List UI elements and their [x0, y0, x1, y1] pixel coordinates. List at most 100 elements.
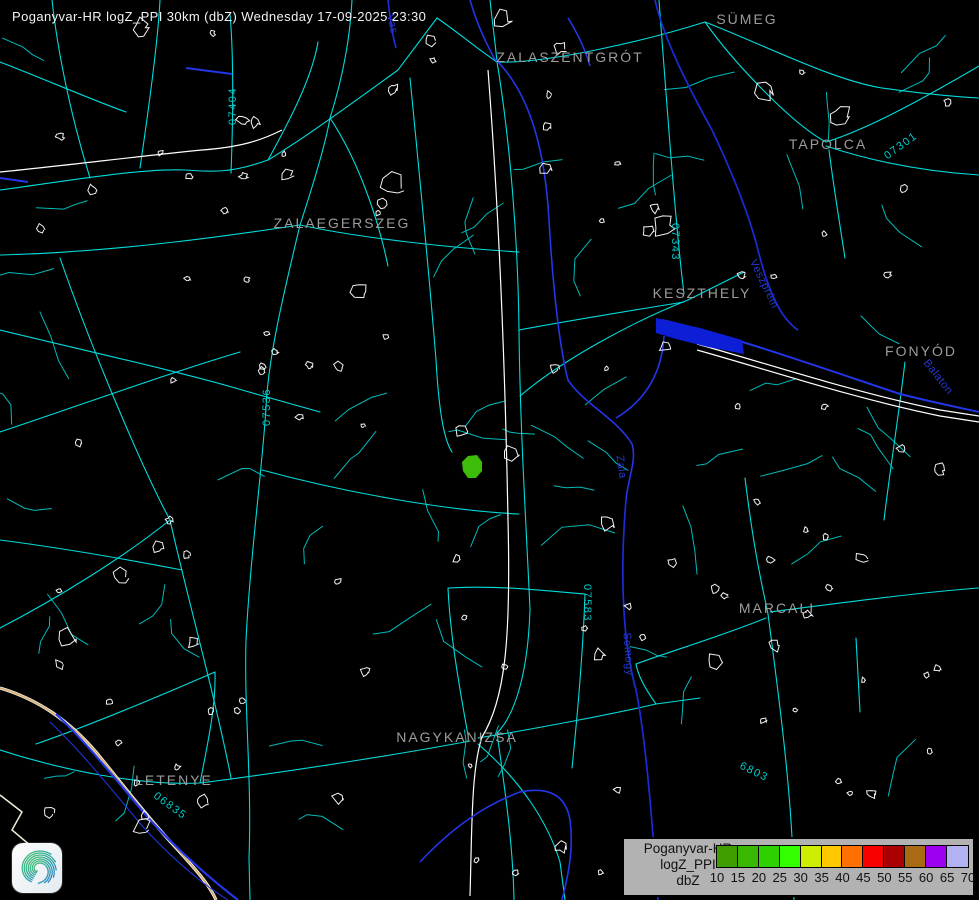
settlement-outline [862, 677, 866, 682]
minor-road [574, 239, 592, 296]
spiral-stroke [32, 861, 50, 883]
settlement-outline [430, 58, 436, 63]
settlement-outline [59, 627, 76, 646]
settlement-outline [426, 35, 436, 47]
minor-road [861, 316, 900, 344]
settlement-outline [184, 276, 191, 280]
minor-road [791, 536, 841, 564]
minor-road [373, 604, 432, 634]
minor-road [39, 616, 50, 653]
legend-tick-label: 10 [710, 870, 724, 885]
legend-tick-label: 15 [731, 870, 745, 885]
settlement-outline [239, 698, 246, 704]
roads-layer [0, 0, 979, 900]
minor-road [760, 455, 822, 476]
settlement-outline [186, 174, 193, 179]
settlement-outline [282, 169, 294, 180]
settlement-outline [251, 117, 260, 129]
legend-tick-label: 35 [814, 870, 828, 885]
minor-road [832, 457, 876, 492]
minor-road [299, 815, 344, 830]
minor-road [655, 154, 704, 161]
settlement-outline [830, 107, 849, 126]
radar-echo [462, 455, 482, 478]
settlement-outline [494, 9, 512, 26]
settlement-outline [867, 791, 876, 799]
settlement-outline [153, 541, 164, 553]
legend-tick-label: 40 [835, 870, 849, 885]
settlement-outline [643, 226, 654, 236]
legend-tick-label: 65 [940, 870, 954, 885]
minor-road [218, 469, 265, 481]
settlement-outline [133, 819, 150, 834]
settlement-outline [737, 272, 745, 279]
minor-road [463, 730, 467, 779]
settlement-outline [75, 439, 81, 447]
settlement-outline [735, 404, 740, 410]
settlement-outline [856, 554, 869, 563]
settlement-outline [388, 84, 397, 95]
settlement-outline [599, 219, 604, 223]
settlement-outline [360, 668, 369, 677]
minor-road [471, 515, 501, 548]
settlement-outline [361, 424, 366, 428]
settlement-outline [544, 123, 551, 131]
settlement-outline [540, 163, 552, 173]
settlement-outline [624, 603, 631, 609]
minor-road [888, 739, 916, 796]
minor-road [653, 153, 655, 196]
settlement-outline [258, 367, 265, 375]
settlement-outline [793, 708, 798, 712]
legend-tick-label: 30 [793, 870, 807, 885]
settlement-outline [462, 615, 467, 620]
settlements-layer [37, 9, 951, 876]
minor-road [750, 379, 796, 391]
settlement-outline [847, 791, 853, 795]
settlement-outline [264, 332, 270, 336]
minor-road [664, 72, 735, 90]
minor-road [335, 393, 387, 421]
minor-road [882, 205, 922, 247]
settlement-outline [198, 794, 209, 808]
legend-tick-label: 45 [856, 870, 870, 885]
legend-color-cell [842, 846, 863, 867]
minor-road [269, 740, 322, 746]
legend: Poganyvar-HR logZ_PPI dbZ 10152025303540… [622, 837, 975, 897]
settlement-outline [383, 335, 389, 340]
settlement-outline [175, 764, 181, 770]
settlement-outline [711, 584, 719, 593]
legend-color-scale [716, 845, 969, 868]
settlement-outline [221, 207, 228, 213]
settlement-outline [377, 198, 387, 209]
settlement-outline [113, 567, 129, 583]
settlement-outline [305, 362, 312, 369]
settlement-outline [55, 133, 64, 140]
minor-road [531, 425, 584, 458]
settlement-outline [835, 778, 842, 783]
minor-road [541, 525, 615, 546]
settlement-outline [210, 30, 215, 36]
minor-road [7, 499, 52, 511]
settlement-outline [260, 363, 267, 369]
settlement-outline [554, 43, 566, 55]
settlement-outline [244, 277, 250, 282]
settlement-outline [721, 593, 729, 599]
settlement-outline [106, 699, 112, 704]
legend-color-cell [801, 846, 822, 867]
settlement-outline [335, 579, 341, 585]
minor-road [826, 92, 829, 140]
settlement-outline [769, 640, 779, 652]
settlement-outline [822, 231, 827, 236]
settlement-outline [900, 185, 907, 193]
settlement-outline [282, 151, 286, 156]
settlement-outline [924, 672, 930, 678]
settlement-outline [655, 216, 675, 236]
minor-road [683, 506, 697, 575]
railways-layer [0, 70, 979, 900]
settlement-outline [660, 342, 671, 351]
minor-road [423, 489, 439, 541]
minor-road [44, 772, 75, 779]
minor-road [36, 201, 88, 210]
legend-tick-label: 20 [752, 870, 766, 885]
settlement-outline [184, 551, 191, 559]
